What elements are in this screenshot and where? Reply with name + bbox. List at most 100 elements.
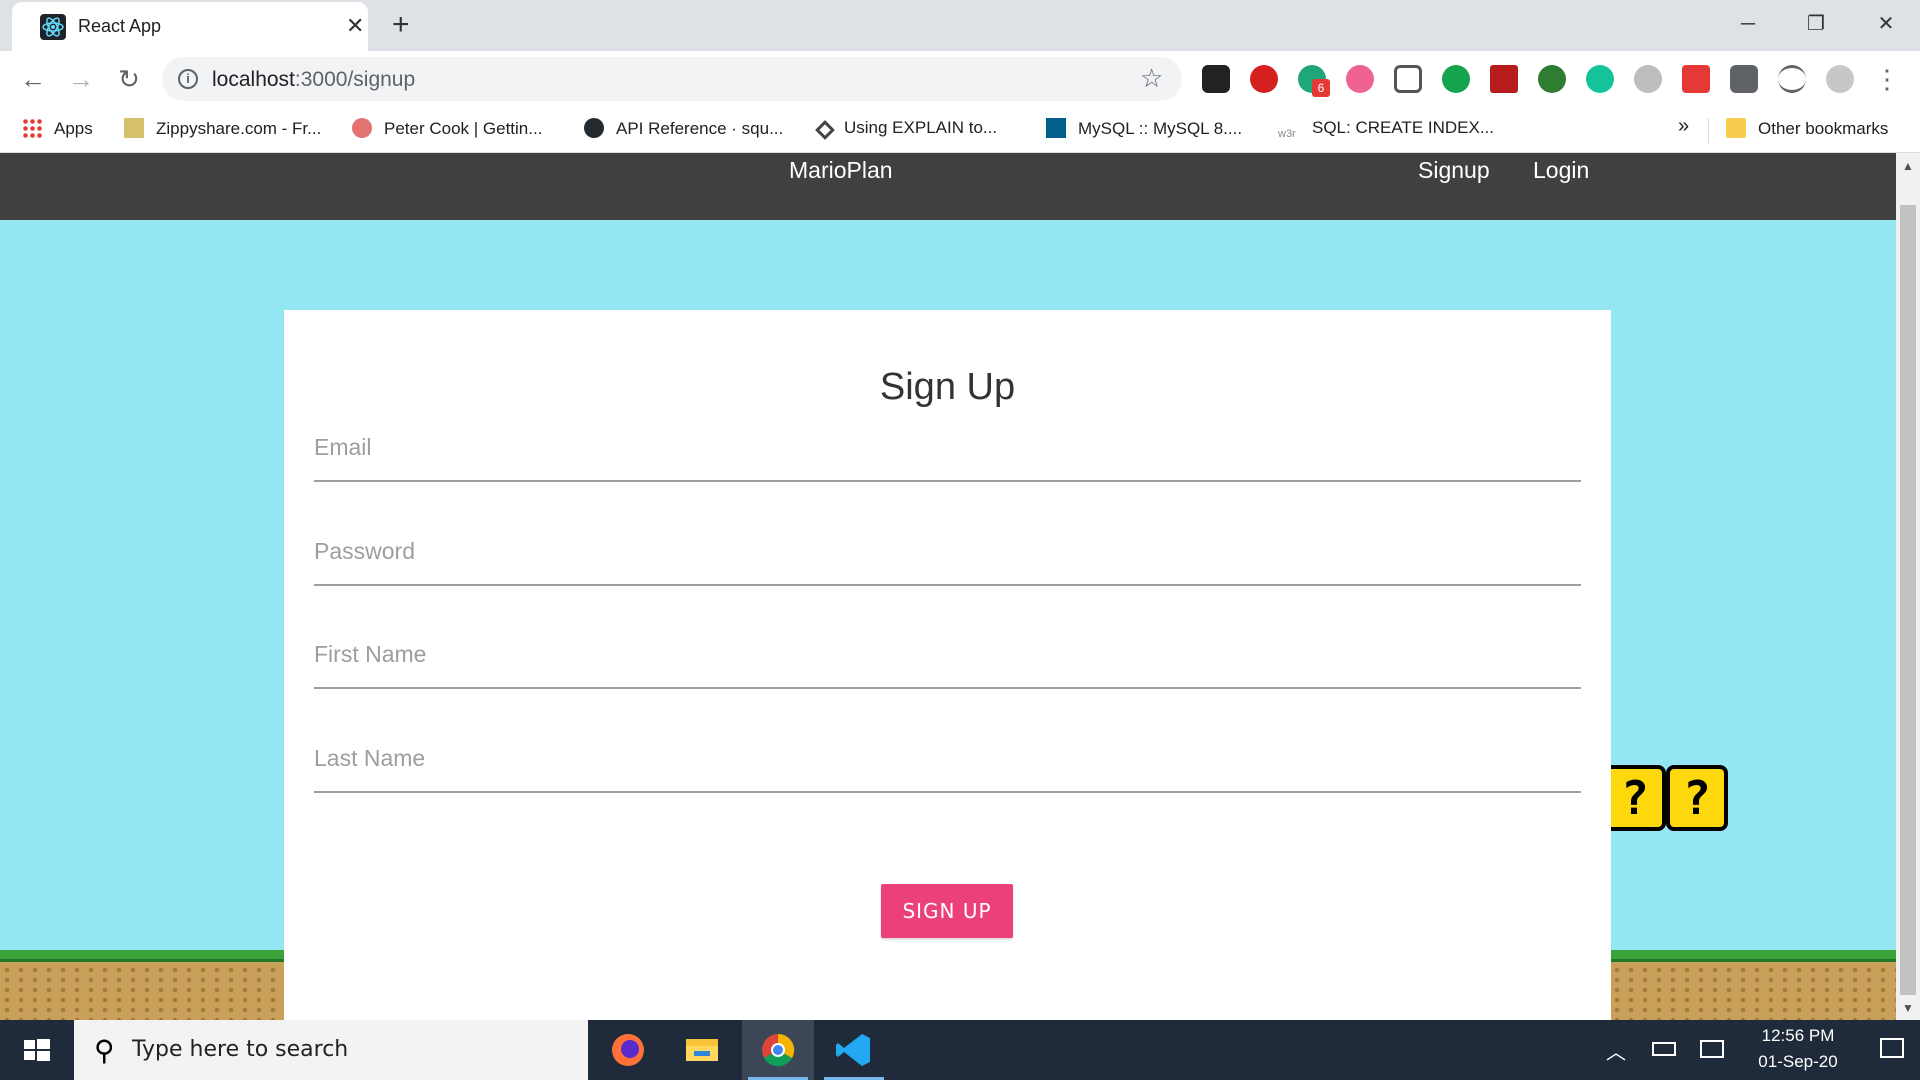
scroll-down-icon[interactable]: ▼: [1902, 1001, 1914, 1015]
windows-logo-icon: [24, 1039, 50, 1061]
pdf-extension-icon[interactable]: [1490, 65, 1518, 93]
heart-extension-icon[interactable]: [1346, 65, 1374, 93]
extension-icon[interactable]: [1682, 65, 1710, 93]
url-host: localhost: [212, 68, 295, 91]
email-field[interactable]: Email: [314, 422, 1581, 482]
question-block: ?: [1666, 765, 1728, 831]
media-control-icon[interactable]: [1778, 65, 1806, 93]
chrome-icon: [762, 1033, 795, 1067]
extension-badge: 6: [1312, 79, 1330, 97]
last-name-label: Last Name: [314, 745, 426, 771]
bookmark-label: MySQL :: MySQL 8....: [1078, 119, 1243, 138]
other-bookmarks[interactable]: Other bookmarks: [1726, 118, 1888, 142]
battery-icon[interactable]: [1652, 1042, 1676, 1056]
bookmark-label: Other bookmarks: [1758, 119, 1889, 138]
w3schools-icon: w3r: [1278, 128, 1296, 140]
page-scrollbar[interactable]: ▲ ▼: [1896, 153, 1920, 1020]
scroll-thumb[interactable]: [1900, 205, 1916, 995]
chrome-taskbar-app[interactable]: [742, 1020, 814, 1080]
form-title: Sign Up: [879, 366, 1016, 408]
address-bar[interactable]: i localhost:3000/signup ☆: [162, 57, 1182, 101]
last-name-field[interactable]: Last Name: [314, 733, 1581, 793]
extension-icon[interactable]: [1634, 65, 1662, 93]
firefox-icon: [612, 1034, 644, 1066]
back-icon[interactable]: ←: [16, 63, 50, 95]
question-block: ?: [1604, 765, 1666, 831]
folder-icon: [1726, 118, 1746, 138]
first-name-label: First Name: [314, 641, 427, 667]
chevron-up-icon[interactable]: ︿: [1606, 1036, 1626, 1065]
puzzle-icon[interactable]: [1730, 65, 1758, 93]
extension-icon[interactable]: 6: [1298, 65, 1330, 97]
zippyshare-icon: [124, 118, 144, 138]
bookmark-star-icon[interactable]: ☆: [1140, 63, 1163, 94]
flower-icon: [352, 118, 372, 138]
chat-extension-icon[interactable]: [1442, 65, 1470, 93]
react-icon: [40, 14, 66, 40]
notifications-icon[interactable]: [1880, 1038, 1904, 1058]
bookmark-item[interactable]: Zippyshare.com - Fr...: [124, 118, 321, 142]
info-icon[interactable]: i: [178, 69, 198, 89]
vscode-taskbar-app[interactable]: [818, 1020, 890, 1080]
signup-card: Sign Up Email Password First Name Last N…: [284, 310, 1611, 1020]
apps-grid-icon: [22, 118, 42, 138]
vscode-icon: [836, 1034, 870, 1066]
pocket-icon[interactable]: [1394, 65, 1422, 93]
start-button[interactable]: [0, 1020, 72, 1080]
tab-strip: React App ✕ + ─ ❐ ✕: [0, 0, 1920, 51]
link-icon: [815, 120, 835, 140]
nav-login-link[interactable]: Login: [1533, 157, 1589, 184]
forward-icon[interactable]: →: [64, 63, 98, 95]
bookmark-item[interactable]: API Reference · squ...: [584, 118, 783, 142]
bookmark-label: SQL: CREATE INDEX...: [1312, 118, 1495, 137]
bookmark-label: Peter Cook | Gettin...: [384, 119, 543, 138]
first-name-field[interactable]: First Name: [314, 629, 1581, 689]
close-tab-icon[interactable]: ✕: [346, 13, 364, 39]
minimize-icon[interactable]: ─: [1718, 8, 1778, 40]
yab-extension-icon[interactable]: [1250, 65, 1278, 93]
password-field[interactable]: Password: [314, 526, 1581, 586]
bookmark-item[interactable]: w3r SQL: CREATE INDEX...: [1278, 118, 1494, 142]
network-icon[interactable]: [1700, 1040, 1724, 1058]
avatar[interactable]: [1826, 65, 1854, 93]
bookmark-label: Using EXPLAIN to...: [844, 118, 998, 137]
url-path: :3000/signup: [294, 68, 416, 91]
close-window-icon[interactable]: ✕: [1856, 8, 1916, 40]
page-viewport: MarioPlan Signup Login ? ? Sign Up Email…: [0, 153, 1896, 1020]
tab-react-app[interactable]: React App ✕: [12, 2, 368, 51]
bookmarks-overflow-icon[interactable]: »: [1678, 115, 1689, 139]
search-icon: ⚲: [94, 1035, 115, 1066]
search-placeholder: Type here to search: [132, 1037, 349, 1062]
email-label: Email: [314, 434, 372, 460]
nav-signup-link[interactable]: Signup: [1418, 157, 1490, 184]
app-navbar: MarioPlan Signup Login: [0, 153, 1896, 220]
bookmark-label: Apps: [54, 119, 93, 138]
grammarly-icon[interactable]: [1586, 65, 1614, 93]
github-icon: [584, 118, 604, 138]
extension-icon[interactable]: [1202, 65, 1230, 93]
bookmark-item[interactable]: Using EXPLAIN to...: [815, 118, 998, 142]
windows-taskbar: ⚲ Type here to search ︿ 12:56 PM 01-Sep-…: [0, 1020, 1920, 1080]
system-tray: ︿ 12:56 PM 01-Sep-20: [1596, 1020, 1920, 1080]
bookmark-item[interactable]: MySQL :: MySQL 8....: [1046, 118, 1242, 142]
extension-icon[interactable]: [1538, 65, 1566, 93]
clock-date[interactable]: 01-Sep-20: [1748, 1052, 1848, 1072]
brand-logo[interactable]: MarioPlan: [789, 157, 893, 184]
clock-time[interactable]: 12:56 PM: [1748, 1026, 1848, 1046]
restore-icon[interactable]: ❐: [1786, 8, 1846, 40]
menu-icon[interactable]: ⋮: [1870, 63, 1904, 95]
signup-button[interactable]: SIGN UP: [881, 884, 1013, 938]
scroll-up-icon[interactable]: ▲: [1902, 159, 1914, 173]
bookmark-item[interactable]: Peter Cook | Gettin...: [352, 118, 542, 142]
taskbar-search[interactable]: ⚲ Type here to search: [74, 1020, 588, 1080]
new-tab-button[interactable]: +: [392, 10, 410, 40]
mysql-icon: [1046, 118, 1066, 138]
browser-toolbar: ← → ↻ i localhost:3000/signup ☆ 6 ⋮: [0, 51, 1920, 107]
tab-title: React App: [78, 16, 162, 36]
file-explorer-taskbar-app[interactable]: [666, 1020, 738, 1080]
bookmark-apps[interactable]: Apps: [22, 118, 93, 142]
reload-icon[interactable]: ↻: [112, 63, 146, 95]
bookmark-label: Zippyshare.com - Fr...: [156, 119, 322, 138]
url-text[interactable]: localhost:3000/signup: [212, 68, 415, 92]
firefox-taskbar-app[interactable]: [592, 1020, 664, 1080]
